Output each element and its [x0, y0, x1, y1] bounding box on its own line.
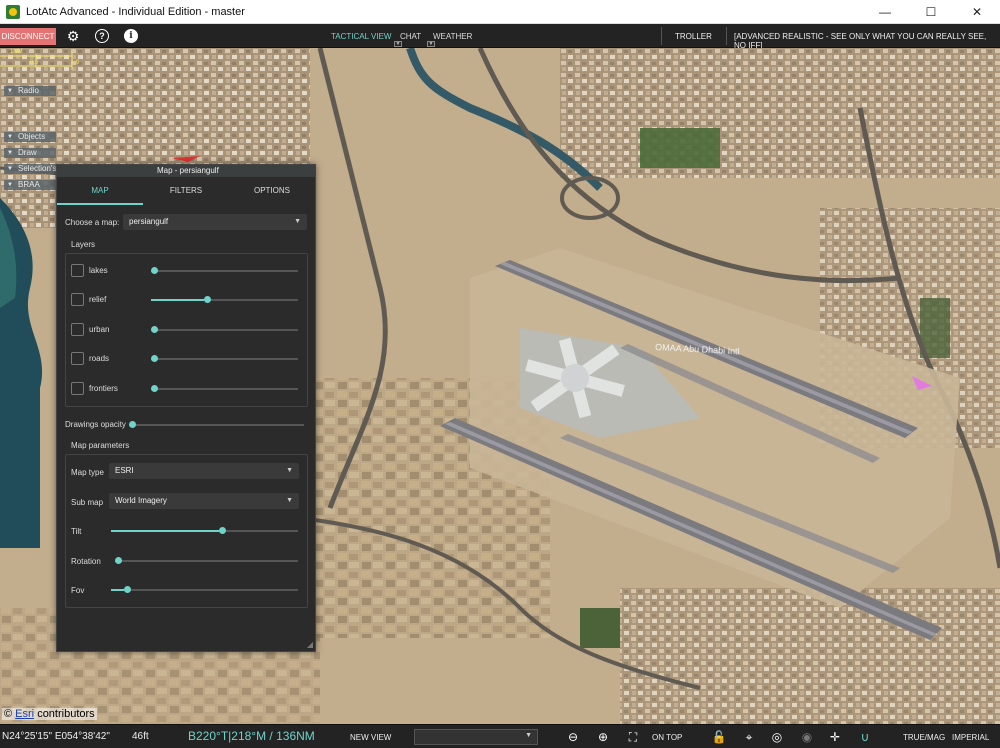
layers-label: Layers: [71, 240, 96, 249]
sub-map-label: Sub map: [71, 498, 104, 507]
roads-checkbox[interactable]: [71, 352, 84, 365]
window-controls: — ☐ ✕: [862, 0, 1000, 24]
zoom-out-icon[interactable]: ⊖: [566, 730, 580, 744]
status-bar: N24°25'15" E054°38'42" 46ft B220°T|218°M…: [0, 724, 1000, 748]
app-logo-icon: [6, 4, 20, 19]
frontiers-label: frontiers: [89, 384, 118, 393]
relief-checkbox[interactable]: [71, 293, 84, 306]
help-icon[interactable]: ?: [95, 29, 109, 43]
collapse-triangle-icon: ▼: [7, 150, 13, 156]
tab-weather[interactable]: WEATHER: [433, 32, 472, 41]
cursor-coordinates: N24°25'15" E054°38'42": [2, 731, 110, 742]
on-top-button[interactable]: ON TOP: [652, 733, 682, 742]
dropdown-caret-icon: ▼: [525, 732, 532, 739]
weather-dropdown-icon[interactable]: ▼: [427, 41, 435, 47]
fov-label: Fov: [71, 586, 85, 595]
map-type-select[interactable]: ESRI ▼: [109, 463, 299, 479]
toolbar-divider: [726, 27, 727, 45]
radio-panel-header[interactable]: ▼ Radio: [4, 86, 56, 96]
minimize-button[interactable]: —: [862, 0, 908, 24]
urban-label: urban: [89, 325, 110, 334]
resize-grip-icon[interactable]: ◢: [307, 640, 313, 649]
relief-label: relief: [89, 295, 107, 304]
sub-map-select[interactable]: World Imagery ▼: [109, 493, 299, 509]
tab-tactical-view[interactable]: TACTICAL VIEW: [331, 32, 391, 41]
svg-text:0.5: 0.5: [30, 60, 39, 66]
roads-slider[interactable]: [151, 354, 298, 364]
measure-cross-icon[interactable]: ✛: [828, 730, 842, 744]
fov-slider[interactable]: [111, 585, 298, 595]
svg-text:1NM: 1NM: [10, 49, 23, 55]
new-view-button[interactable]: NEW VIEW: [350, 733, 391, 742]
view-select[interactable]: ▼: [414, 729, 538, 745]
lock-icon[interactable]: 🔓: [712, 730, 727, 744]
dropdown-caret-icon: ▼: [294, 218, 301, 225]
tilt-slider[interactable]: [111, 526, 298, 536]
map-settings-panel: Map - persiangulf MAP FILTERS OPTIONS Ch…: [56, 164, 316, 652]
dropdown-caret-icon: ▼: [286, 467, 293, 474]
frontiers-checkbox[interactable]: [71, 382, 84, 395]
rotation-label: Rotation: [71, 557, 101, 566]
relief-slider[interactable]: [151, 295, 298, 305]
close-button[interactable]: ✕: [954, 0, 1000, 24]
panel-title[interactable]: Map - persiangulf: [57, 165, 315, 177]
bearing-readout: B220°T|218°M / 136NM: [188, 729, 315, 743]
zoom-in-icon[interactable]: ⊕: [596, 730, 610, 744]
panel-tabs: MAP FILTERS OPTIONS: [57, 177, 315, 205]
lakes-label: lakes: [89, 266, 108, 275]
target-icon[interactable]: ◎: [770, 730, 784, 744]
tab-chat[interactable]: CHAT: [400, 32, 421, 41]
top-toolbar: DISCONNECT ⚙ ? i TACTICAL VIEW CHAT ▼ WE…: [0, 24, 1000, 50]
cursor-altitude: 46ft: [132, 731, 149, 742]
crosshair-icon[interactable]: ⌖: [742, 730, 756, 744]
collapse-triangle-icon: ▼: [7, 182, 13, 188]
draw-panel-header[interactable]: ▼ Draw: [4, 148, 56, 158]
roads-label: roads: [89, 354, 110, 363]
fullscreen-icon[interactable]: ⛶: [626, 730, 640, 744]
visibility-eye-icon[interactable]: ◉: [800, 730, 814, 744]
magnet-icon[interactable]: ∪: [858, 730, 872, 744]
attribution: © Esri contributors: [2, 708, 97, 720]
lakes-slider[interactable]: [151, 266, 298, 276]
title-bar: LotAtc Advanced - Individual Edition - m…: [0, 0, 1000, 24]
info-icon[interactable]: i: [124, 29, 138, 43]
tab-map[interactable]: MAP: [57, 177, 143, 205]
chat-dropdown-icon[interactable]: ▼: [394, 41, 402, 47]
svg-text:0: 0: [76, 60, 80, 66]
drawings-opacity-label: Drawings opacity: [65, 420, 126, 429]
objects-panel-header[interactable]: ▼ Objects: [4, 132, 56, 142]
collapse-triangle-icon: ▼: [7, 134, 13, 140]
tab-filters[interactable]: FILTERS: [143, 177, 229, 205]
scale-bar: 1NM 0.5 0: [0, 49, 80, 70]
braa-panel-header[interactable]: ▼ BRAA: [4, 180, 56, 190]
lakes-checkbox[interactable]: [71, 264, 84, 277]
rotation-slider[interactable]: [115, 556, 298, 566]
disconnect-button[interactable]: DISCONNECT: [0, 28, 56, 45]
true-mag-toggle[interactable]: TRUE/MAG: [903, 733, 945, 742]
drawings-opacity-slider[interactable]: [129, 420, 304, 430]
choose-map-select[interactable]: persiangulf ▼: [123, 214, 307, 230]
dropdown-caret-icon: ▼: [286, 497, 293, 504]
collapse-triangle-icon: ▼: [7, 166, 13, 172]
map-parameters-label: Map parameters: [71, 441, 130, 450]
units-toggle[interactable]: IMPERIAL: [952, 733, 989, 742]
settings-gear-icon[interactable]: ⚙: [66, 28, 80, 44]
window-title: LotAtc Advanced - Individual Edition - m…: [26, 5, 245, 18]
choose-map-label: Choose a map:: [65, 218, 120, 227]
maximize-button[interactable]: ☐: [908, 0, 954, 24]
esri-link[interactable]: Esri: [15, 708, 34, 720]
collapse-triangle-icon: ▼: [7, 88, 13, 94]
controller-label: TROLLER: [675, 32, 712, 41]
tilt-label: Tilt: [71, 527, 82, 536]
urban-checkbox[interactable]: [71, 323, 84, 336]
toolbar-divider: [661, 27, 662, 45]
frontiers-slider[interactable]: [151, 384, 298, 394]
tab-options[interactable]: OPTIONS: [229, 177, 315, 205]
urban-slider[interactable]: [151, 325, 298, 335]
map-type-label: Map type: [71, 468, 104, 477]
